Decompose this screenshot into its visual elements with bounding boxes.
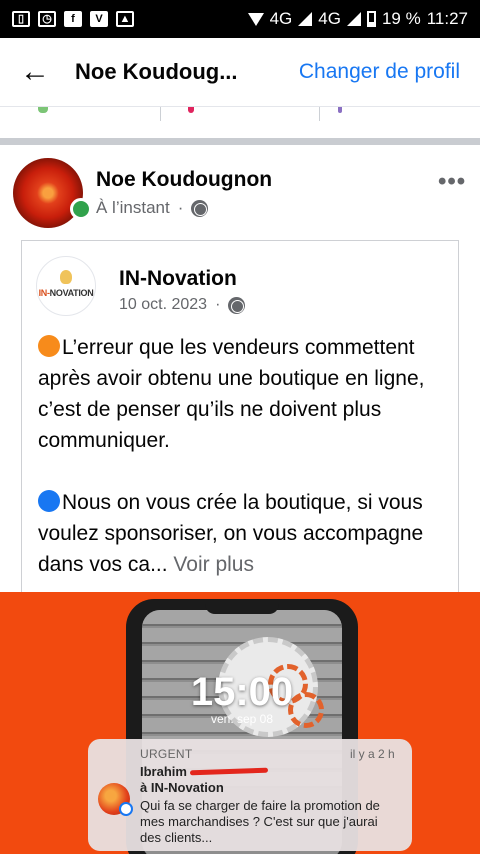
meta-separator: · <box>215 296 221 313</box>
lockscreen-date: ven. sep 08 <box>210 712 274 726</box>
vibrate-icon: ▯ <box>12 11 30 27</box>
notification-recipient: à IN-Novation <box>140 780 224 795</box>
post-author-name[interactable]: Noe Koudougnon <box>96 168 272 192</box>
status-time: 11:27 <box>426 9 468 28</box>
status-bar: ▯ ◷ f V ▲ 4G 4G 19 % 11:27 <box>0 0 480 38</box>
see-more-link[interactable]: Voir plus <box>173 553 254 576</box>
vlc-icon: V <box>90 11 108 27</box>
previous-post-actions <box>0 106 480 138</box>
shared-page-name[interactable]: IN-Novation <box>119 267 237 291</box>
online-status-dot <box>70 198 92 220</box>
orange-circle-icon <box>38 335 60 357</box>
blue-circle-icon <box>38 490 60 512</box>
page-title: Noe Koudoug... <box>75 59 238 84</box>
status-icons-right: 4G 4G 19 % 11:27 <box>247 9 468 29</box>
facebook-icon: f <box>64 11 82 27</box>
logo-text: IN-NOVATION <box>38 288 94 298</box>
paragraph-2: Nous on vous crée la boutique, si vous v… <box>38 490 424 576</box>
page-logo[interactable]: IN-NOVATION <box>36 256 96 316</box>
shared-post-card[interactable]: IN-NOVATION IN-Novation 10 oct. 2023 · L… <box>21 240 459 600</box>
clock-icon: ◷ <box>38 11 56 27</box>
notification-tag: URGENT <box>140 747 193 761</box>
change-profile-link[interactable]: Changer de profil <box>299 60 460 84</box>
divider <box>319 107 320 121</box>
status-icons-left: ▯ ◷ f V ▲ <box>12 11 134 27</box>
battery-icon <box>366 11 376 27</box>
messenger-badge-icon <box>119 802 133 816</box>
back-arrow-icon[interactable]: ← <box>20 55 60 89</box>
network-type-1: 4G <box>269 9 293 28</box>
public-globe-icon <box>191 199 209 217</box>
wifi-icon <box>247 12 264 26</box>
notification-time: il y a 2 h <box>350 747 395 761</box>
app-header: ← Noe Koudoug... Changer de profil <box>0 38 480 106</box>
divider <box>160 107 161 121</box>
lockscreen-clock: 15:00 <box>190 670 294 714</box>
post-timestamp[interactable]: À l’instant <box>96 198 170 218</box>
signal-icon-2 <box>346 12 361 26</box>
battery-percent: 19 % <box>381 9 421 28</box>
post-image[interactable]: 15:00 ven. sep 08 URGENT il y a 2 h Ibra… <box>0 592 480 854</box>
shared-post-meta: 10 oct. 2023 · <box>119 296 246 314</box>
notification-message: Qui fa se charger de faire la promotion … <box>140 798 380 845</box>
feed-separator <box>0 138 480 145</box>
love-reaction-icon <box>188 107 194 113</box>
paragraph-1: L’erreur que les vendeurs commettent apr… <box>38 335 425 452</box>
meta-separator: · <box>177 198 184 217</box>
signal-icon-1 <box>298 12 313 26</box>
author-avatar[interactable] <box>13 158 83 228</box>
phone-notch <box>205 600 279 614</box>
post-meta: À l’instant · <box>96 198 209 218</box>
more-options-icon[interactable]: ••• <box>438 168 466 196</box>
share-icon <box>338 107 342 113</box>
like-reaction-icon <box>38 107 48 113</box>
bulb-icon <box>60 270 72 284</box>
public-globe-icon <box>228 296 246 314</box>
shared-post-text: L’erreur que les vendeurs commettent apr… <box>38 332 448 580</box>
notification-card: URGENT il y a 2 h Ibrahim à IN-Novation … <box>88 739 412 851</box>
network-type-2: 4G <box>318 9 341 28</box>
image-icon: ▲ <box>116 11 134 27</box>
shared-post-date[interactable]: 10 oct. 2023 <box>119 296 207 314</box>
